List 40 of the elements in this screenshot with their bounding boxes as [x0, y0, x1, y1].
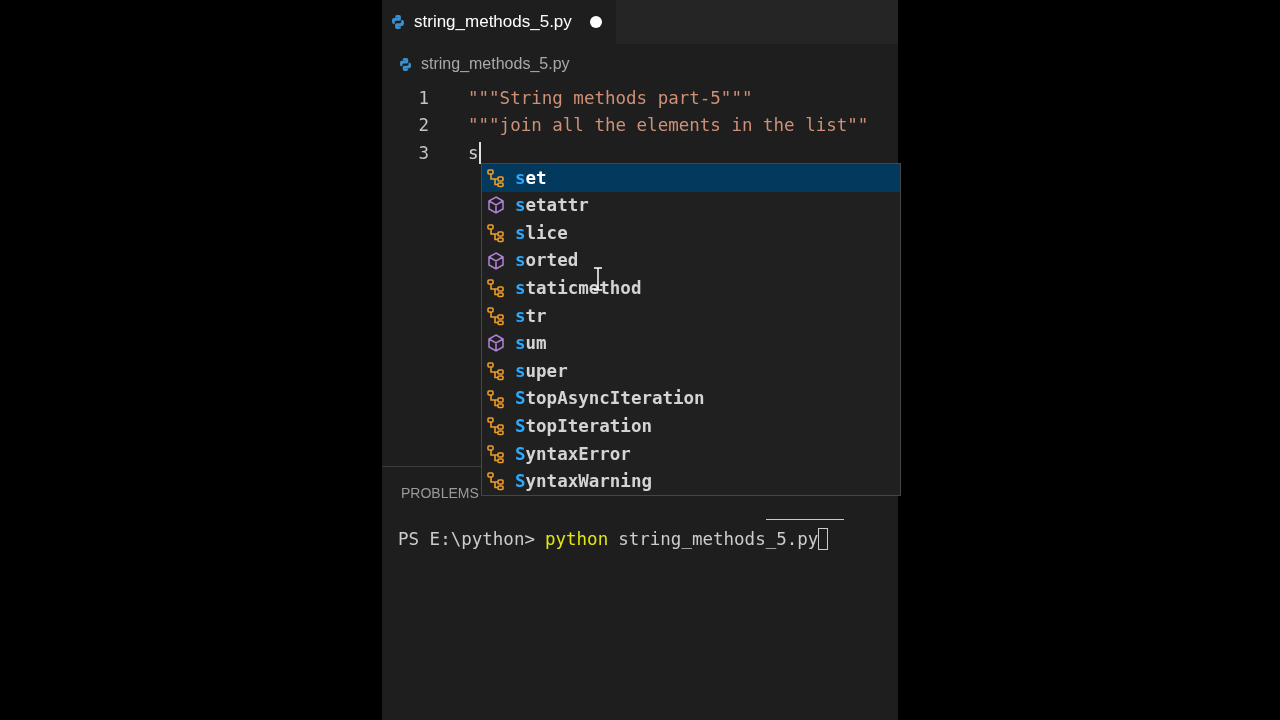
class-icon	[486, 416, 506, 437]
class-icon	[486, 167, 506, 188]
cube-icon	[486, 250, 506, 271]
code-line: """join all the elements in the list""	[468, 114, 869, 138]
suggestion-item[interactable]: SyntaxWarning	[482, 467, 900, 496]
class-icon	[486, 471, 506, 492]
class-icon	[486, 360, 506, 381]
suggestion-item[interactable]: str	[482, 301, 900, 330]
code-line: """String methods part-5"""	[468, 86, 753, 110]
python-icon	[398, 56, 413, 72]
cube-icon	[486, 195, 506, 216]
class-icon	[486, 388, 506, 409]
text-caret	[478, 142, 481, 164]
terminal-prompt: PS E:\python>	[398, 528, 535, 551]
class-icon	[486, 443, 506, 464]
terminal-argument: string_methods_5.py	[618, 528, 819, 551]
terminal-cursor	[818, 528, 829, 551]
suggestion-item[interactable]: sorted	[482, 246, 900, 275]
panel-tab[interactable]: PROBLEMS	[401, 482, 479, 504]
python-icon	[390, 14, 406, 30]
suggestion-item[interactable]: slice	[482, 219, 900, 247]
editor-tab[interactable]: string_methods_5.py	[382, 0, 616, 44]
terminal-command: python	[544, 528, 609, 551]
suggestion-item[interactable]: StopAsyncIteration	[482, 384, 900, 413]
code-line: s	[468, 141, 479, 165]
suggestion-item[interactable]: setattr	[482, 191, 900, 220]
cube-icon	[486, 333, 506, 354]
suggestion-item[interactable]: super	[482, 357, 900, 385]
line-number: 2	[417, 114, 430, 138]
suggestion-item[interactable]: SyntaxError	[482, 439, 900, 468]
class-icon	[486, 305, 506, 326]
line-number: 3	[417, 141, 430, 165]
suggestion-item[interactable]: sum	[482, 329, 900, 358]
breadcrumb[interactable]: string_methods_5.py	[421, 52, 570, 76]
class-icon	[486, 223, 506, 243]
line-number: 1	[417, 86, 430, 110]
class-icon	[486, 278, 506, 299]
suggestion-item[interactable]: StopIteration	[482, 412, 900, 440]
suggestion-item[interactable]: set	[482, 164, 900, 192]
suggestion-item[interactable]: staticmethod	[482, 274, 900, 302]
